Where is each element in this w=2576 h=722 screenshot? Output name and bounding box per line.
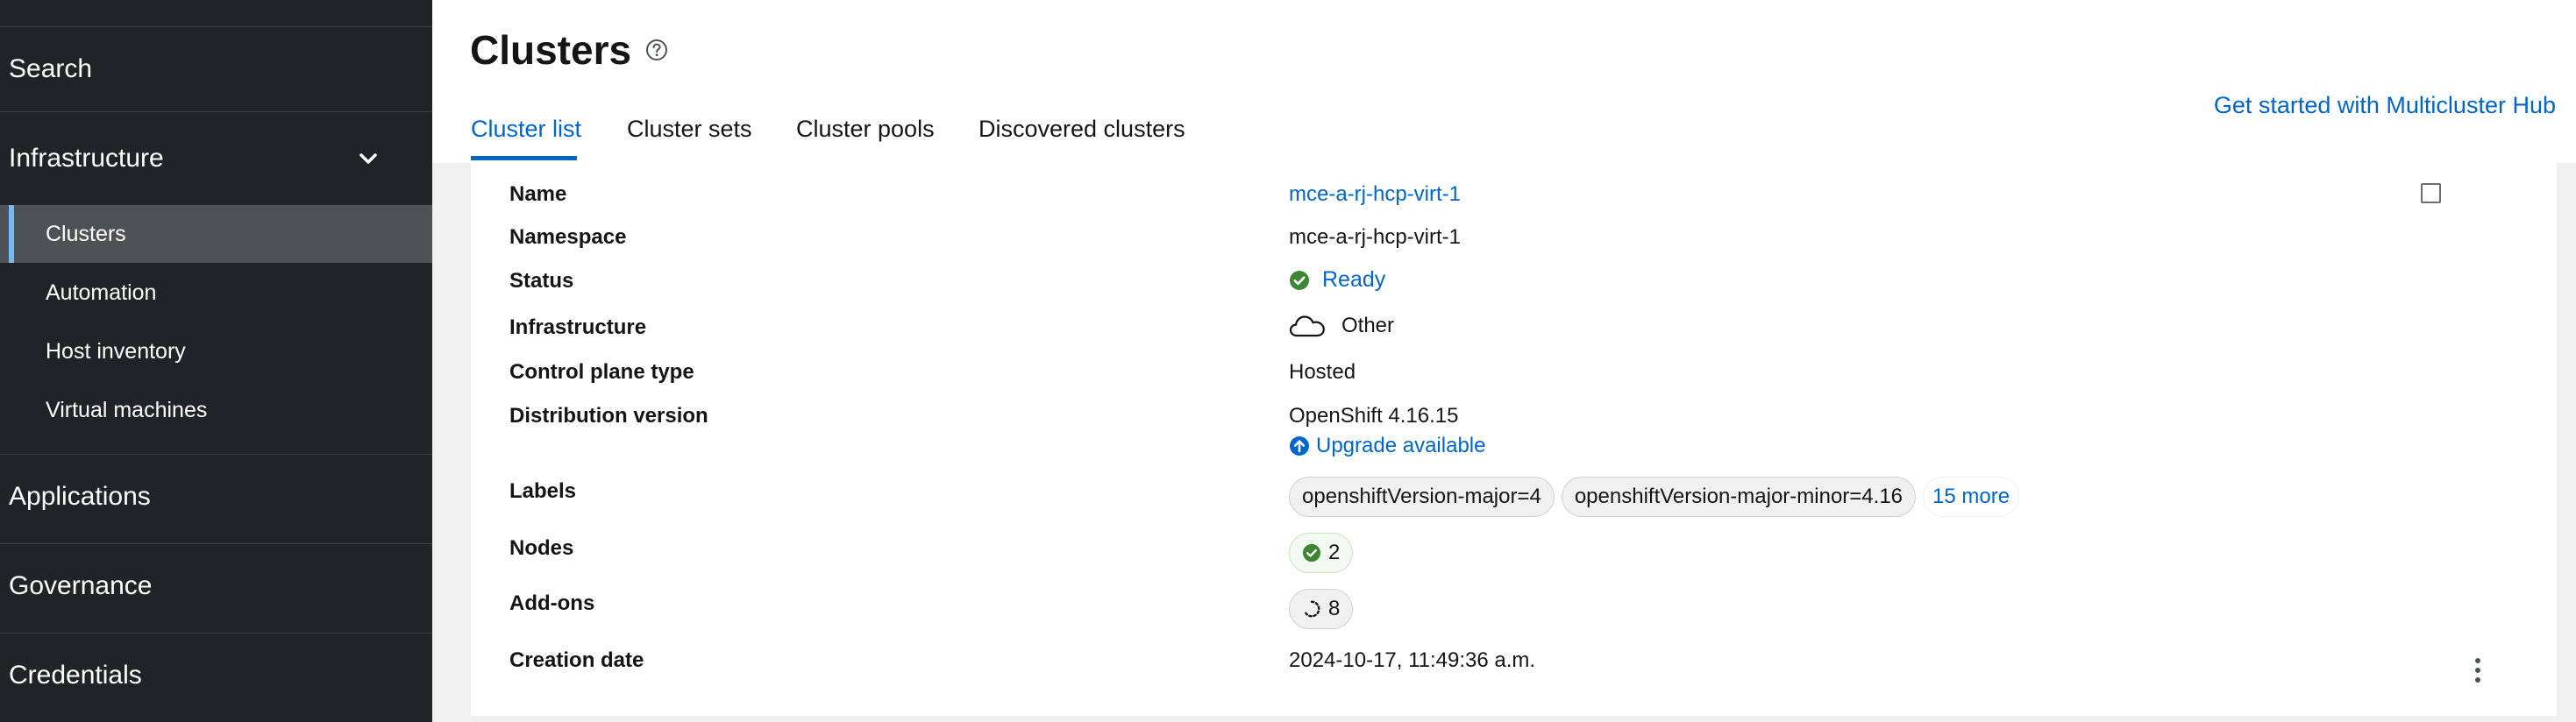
page-title-text: Clusters <box>470 27 632 73</box>
creation-date-label: Creation date <box>509 648 644 672</box>
distribution-label: Distribution version <box>509 404 708 428</box>
kebab-icon[interactable] <box>2473 657 2482 683</box>
sidebar-item-search[interactable]: Search <box>9 54 92 84</box>
tab-discovered-clusters[interactable]: Discovered clusters <box>978 116 1185 143</box>
creation-date-value: 2024-10-17, 11:49:36 a.m. <box>1289 648 1536 672</box>
sidebar-divider <box>0 454 432 455</box>
cluster-details-card: Name mce-a-rj-hcp-virt-1 Namespace mce-a… <box>471 163 2557 716</box>
name-label: Name <box>509 182 567 206</box>
check-circle-icon <box>1290 270 1309 290</box>
nodes-value: 2 <box>1289 533 1354 573</box>
sidebar-group-infrastructure[interactable]: Infrastructure <box>9 144 164 173</box>
get-started-link[interactable]: Get started with Multicluster Hub <box>2214 92 2556 119</box>
control-plane-label: Control plane type <box>509 360 694 384</box>
chevron-down-icon[interactable] <box>354 145 382 173</box>
check-circle-icon <box>1302 543 1321 563</box>
sidebar-divider <box>0 26 432 27</box>
label-chip: openshiftVersion-major=4 <box>1289 477 1555 517</box>
labels-group: openshiftVersion-major=4 openshiftVersio… <box>1289 477 2020 517</box>
sidebar-item-label: Automation <box>46 280 157 305</box>
control-plane-value: Hosted <box>1289 360 1356 384</box>
sidebar-item-applications[interactable]: Applications <box>9 482 151 512</box>
status-ready-link[interactable]: Ready <box>1322 267 1385 293</box>
status-value: Ready <box>1289 267 1385 293</box>
labels-label: Labels <box>509 479 577 503</box>
sidebar-divider <box>0 633 432 634</box>
infrastructure-label: Infrastructure <box>509 315 647 339</box>
tab-cluster-pools[interactable]: Cluster pools <box>796 116 935 143</box>
labels-more-button[interactable]: 15 more <box>1923 477 2020 517</box>
tab-cluster-sets[interactable]: Cluster sets <box>627 116 752 143</box>
page-header: Clusters Cluster list Cluster sets Clust… <box>432 0 2576 163</box>
sidebar: Search Infrastructure Clusters Automatio… <box>0 0 432 722</box>
sidebar-item-label: Virtual machines <box>46 397 208 422</box>
upgrade-available-link[interactable]: Upgrade available <box>1316 434 1485 458</box>
spinner-icon <box>1304 600 1320 618</box>
namespace-value: mce-a-rj-hcp-virt-1 <box>1289 225 1462 249</box>
nodes-label: Nodes <box>509 536 574 560</box>
sidebar-item-host-inventory[interactable]: Host inventory <box>0 322 432 380</box>
addons-count-badge[interactable]: 8 <box>1289 589 1354 629</box>
help-icon[interactable] <box>645 39 668 61</box>
arrow-circle-up-icon <box>1290 436 1309 456</box>
distribution-value: OpenShift 4.16.15 <box>1289 404 1459 428</box>
sidebar-item-governance[interactable]: Governance <box>9 571 152 601</box>
addons-label: Add-ons <box>509 591 595 615</box>
infrastructure-text: Other <box>1341 314 1395 337</box>
sidebar-item-label: Clusters <box>46 221 126 246</box>
label-chip: openshiftVersion-major-minor=4.16 <box>1561 477 1917 517</box>
sidebar-item-automation[interactable]: Automation <box>0 264 432 322</box>
row-select-checkbox[interactable] <box>2421 183 2441 203</box>
sidebar-divider <box>0 543 432 544</box>
nodes-count: 2 <box>1328 541 1341 564</box>
nodes-count-badge[interactable]: 2 <box>1289 533 1354 573</box>
sidebar-divider <box>0 111 432 112</box>
active-tab-indicator <box>471 156 577 160</box>
addons-value: 8 <box>1289 589 1354 629</box>
status-label: Status <box>509 269 574 293</box>
cluster-name-link[interactable]: mce-a-rj-hcp-virt-1 <box>1289 182 1461 207</box>
sidebar-item-credentials[interactable]: Credentials <box>9 661 142 690</box>
cloud-icon <box>1289 315 1325 337</box>
namespace-label: Namespace <box>509 225 627 249</box>
infrastructure-value: Other <box>1289 314 1394 338</box>
addons-count: 8 <box>1328 597 1341 620</box>
upgrade-available[interactable]: Upgrade available <box>1289 434 1485 458</box>
tab-cluster-list[interactable]: Cluster list <box>471 116 581 143</box>
sidebar-item-label: Host inventory <box>46 338 186 364</box>
page-title: Clusters <box>470 26 668 74</box>
sidebar-item-virtual-machines[interactable]: Virtual machines <box>0 381 432 439</box>
sidebar-item-clusters[interactable]: Clusters <box>0 205 432 263</box>
